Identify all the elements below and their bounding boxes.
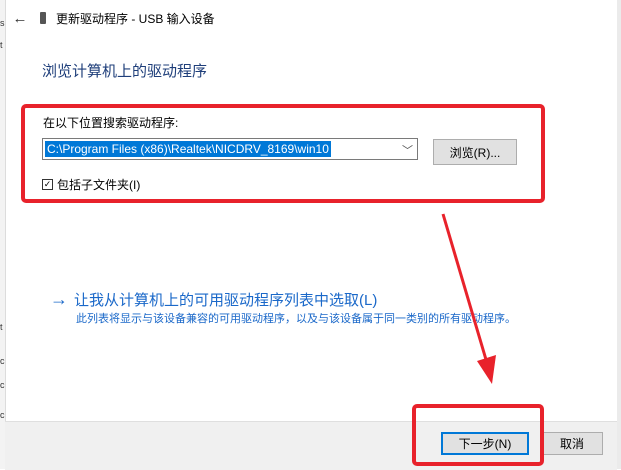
annotation-arrow [441,213,496,384]
annotation-arrow-head [477,355,496,384]
annotation-arrow-line [441,213,489,364]
